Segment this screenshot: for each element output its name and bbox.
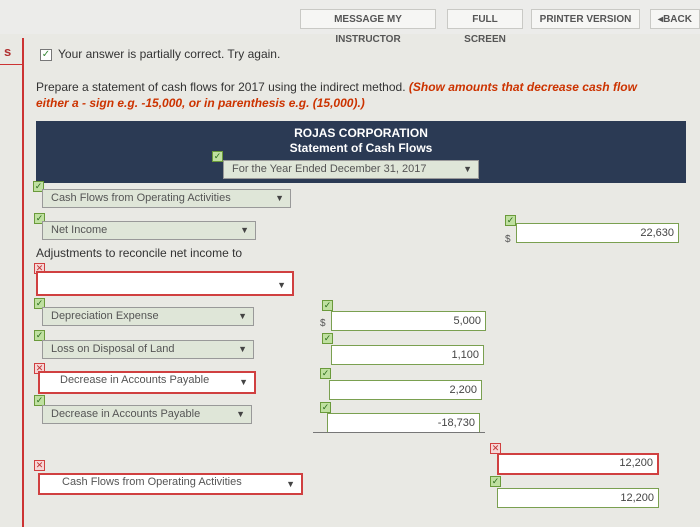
chevron-down-icon: ▼ [238, 311, 247, 321]
decrease-ap-select-1[interactable]: Decrease in Accounts Payable ▼ [38, 371, 256, 394]
decrease-ap-amount-check-icon: ✓ [320, 368, 331, 379]
back-button[interactable]: ◂BACK [650, 9, 700, 29]
status-message: Your answer is partially correct. Try ag… [58, 47, 281, 61]
error-x-icon: ✕ [34, 460, 45, 471]
instructions-emphasis: (Show amounts that decrease cash flow [408, 80, 637, 94]
instructions-line-1: Prepare a statement of cash flows for 20… [36, 80, 637, 94]
net-income-amount-check-icon: ✓ [505, 215, 516, 226]
net-income-select[interactable]: Net Income ▼ [42, 221, 256, 240]
loss-disposal-select[interactable]: Loss on Disposal of Land ▼ [42, 340, 254, 359]
decrease-ap-amount-2[interactable]: -18,730 [327, 413, 480, 433]
adjustments-label: Adjustments to reconcile net income to [36, 246, 243, 260]
chevron-down-icon: ▼ [239, 377, 248, 387]
depreciation-amount[interactable]: 5,000 [331, 311, 486, 331]
chevron-down-icon: ▼ [277, 280, 286, 290]
final-section-select[interactable]: Cash Flows from Operating Activities ▼ [38, 473, 303, 495]
chevron-down-icon: ▼ [463, 164, 472, 174]
partial-correct-icon: ✓ [40, 49, 52, 61]
final-amount-check-icon: ✓ [490, 476, 501, 487]
period-check-icon: ✓ [212, 151, 223, 162]
final-amount[interactable]: 12,200 [497, 488, 659, 508]
depreciation-label: Depreciation Expense [51, 310, 159, 322]
depreciation-select[interactable]: Depreciation Expense ▼ [42, 307, 254, 326]
full-screen-button[interactable]: FULL SCREEN [447, 9, 523, 45]
decrease-ap-select-2[interactable]: Decrease in Accounts Payable ▼ [42, 405, 252, 424]
empty-adjustment-select[interactable]: ▼ [36, 271, 294, 296]
period-value: For the Year Ended December 31, 2017 [232, 163, 427, 175]
side-divider [0, 64, 22, 65]
loss-disposal-label: Loss on Disposal of Land [51, 343, 175, 355]
depreciation-amount-check-icon: ✓ [322, 300, 333, 311]
loss-disposal-amount-check-icon: ✓ [322, 333, 333, 344]
subtotal-underline [313, 432, 485, 433]
error-gutter-line [22, 38, 24, 527]
net-income-label: Net Income [51, 224, 108, 236]
top-toolbar: MESSAGE MY INSTRUCTOR FULL SCREEN PRINTE… [0, 0, 700, 45]
company-name: ROJAS CORPORATION [294, 126, 428, 140]
decrease-ap-label-2: Decrease in Accounts Payable [51, 408, 201, 420]
section-heading-select[interactable]: Cash Flows from Operating Activities ▼ [42, 189, 291, 208]
chevron-down-icon: ▼ [240, 225, 249, 235]
currency-symbol: $ [505, 234, 511, 245]
chevron-down-icon: ▼ [275, 193, 284, 203]
period-select[interactable]: For the Year Ended December 31, 2017 ▼ [223, 160, 479, 179]
loss-disposal-amount[interactable]: 1,100 [331, 345, 484, 365]
total-adjustments-amount[interactable]: 12,200 [497, 453, 659, 475]
message-instructor-button[interactable]: MESSAGE MY INSTRUCTOR [300, 9, 436, 45]
chevron-down-icon: ▼ [236, 409, 245, 419]
statement-title: Statement of Cash Flows [289, 141, 433, 155]
currency-symbol: $ [320, 318, 326, 329]
instructions-plain: Prepare a statement of cash flows for 20… [36, 80, 406, 94]
decrease-ap-2-amount-check-icon: ✓ [320, 402, 331, 413]
decrease-ap-amount-1[interactable]: 2,200 [329, 380, 482, 400]
section-heading-value: Cash Flows from Operating Activities [51, 192, 231, 204]
back-label: BACK [663, 14, 692, 25]
chevron-down-icon: ▼ [238, 344, 247, 354]
instructions-line-2: either a - sign e.g. -15,000, or in pare… [36, 96, 365, 110]
printer-version-button[interactable]: PRINTER VERSION [531, 9, 640, 29]
decrease-ap-label-1: Decrease in Accounts Payable [60, 374, 210, 386]
side-marker: s [4, 44, 12, 59]
final-section-label: Cash Flows from Operating Activities [62, 476, 242, 488]
chevron-down-icon: ▼ [286, 479, 295, 489]
net-income-amount[interactable]: 22,630 [516, 223, 679, 243]
